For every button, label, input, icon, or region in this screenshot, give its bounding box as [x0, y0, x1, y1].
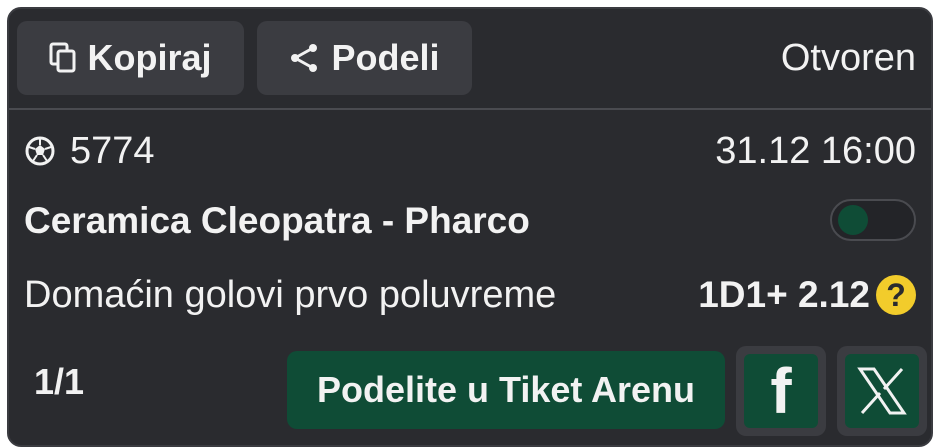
share-label: Podeli: [331, 37, 440, 78]
tiket-arena-button[interactable]: Podelite u Tiket Arenu: [287, 351, 725, 429]
event-datetime: 31.12 16:00: [715, 129, 916, 172]
toggle-knob: [838, 205, 868, 235]
share-icon: [289, 42, 331, 74]
odds-block: 1D1+ 2.12 ?: [698, 271, 916, 319]
toggle-switch[interactable]: [830, 199, 916, 241]
facebook-share-button[interactable]: f: [736, 346, 826, 436]
share-button[interactable]: Podeli: [257, 21, 472, 95]
copy-button[interactable]: Kopiraj: [17, 21, 244, 95]
ticket-status: Otvoren: [780, 36, 916, 79]
odds-value: 1D1+ 2.12: [698, 274, 870, 315]
copy-label: Kopiraj: [87, 37, 212, 78]
help-icon[interactable]: ?: [876, 275, 916, 315]
event-id: 5774: [70, 129, 155, 172]
facebook-glyph: f: [770, 355, 792, 427]
facebook-icon: f: [744, 354, 818, 428]
match-title: Ceramica Cleopatra - Pharco: [24, 200, 530, 241]
ticket-count: 1/1: [34, 361, 85, 402]
ticket-card: Kopiraj Podeli Otvoren 5774 31.12 16:00 …: [7, 7, 933, 447]
soccer-ball-icon: [24, 135, 56, 167]
x-share-button[interactable]: [837, 346, 927, 436]
copy-icon: [49, 42, 87, 74]
x-icon: [845, 354, 919, 428]
divider: [9, 108, 931, 110]
